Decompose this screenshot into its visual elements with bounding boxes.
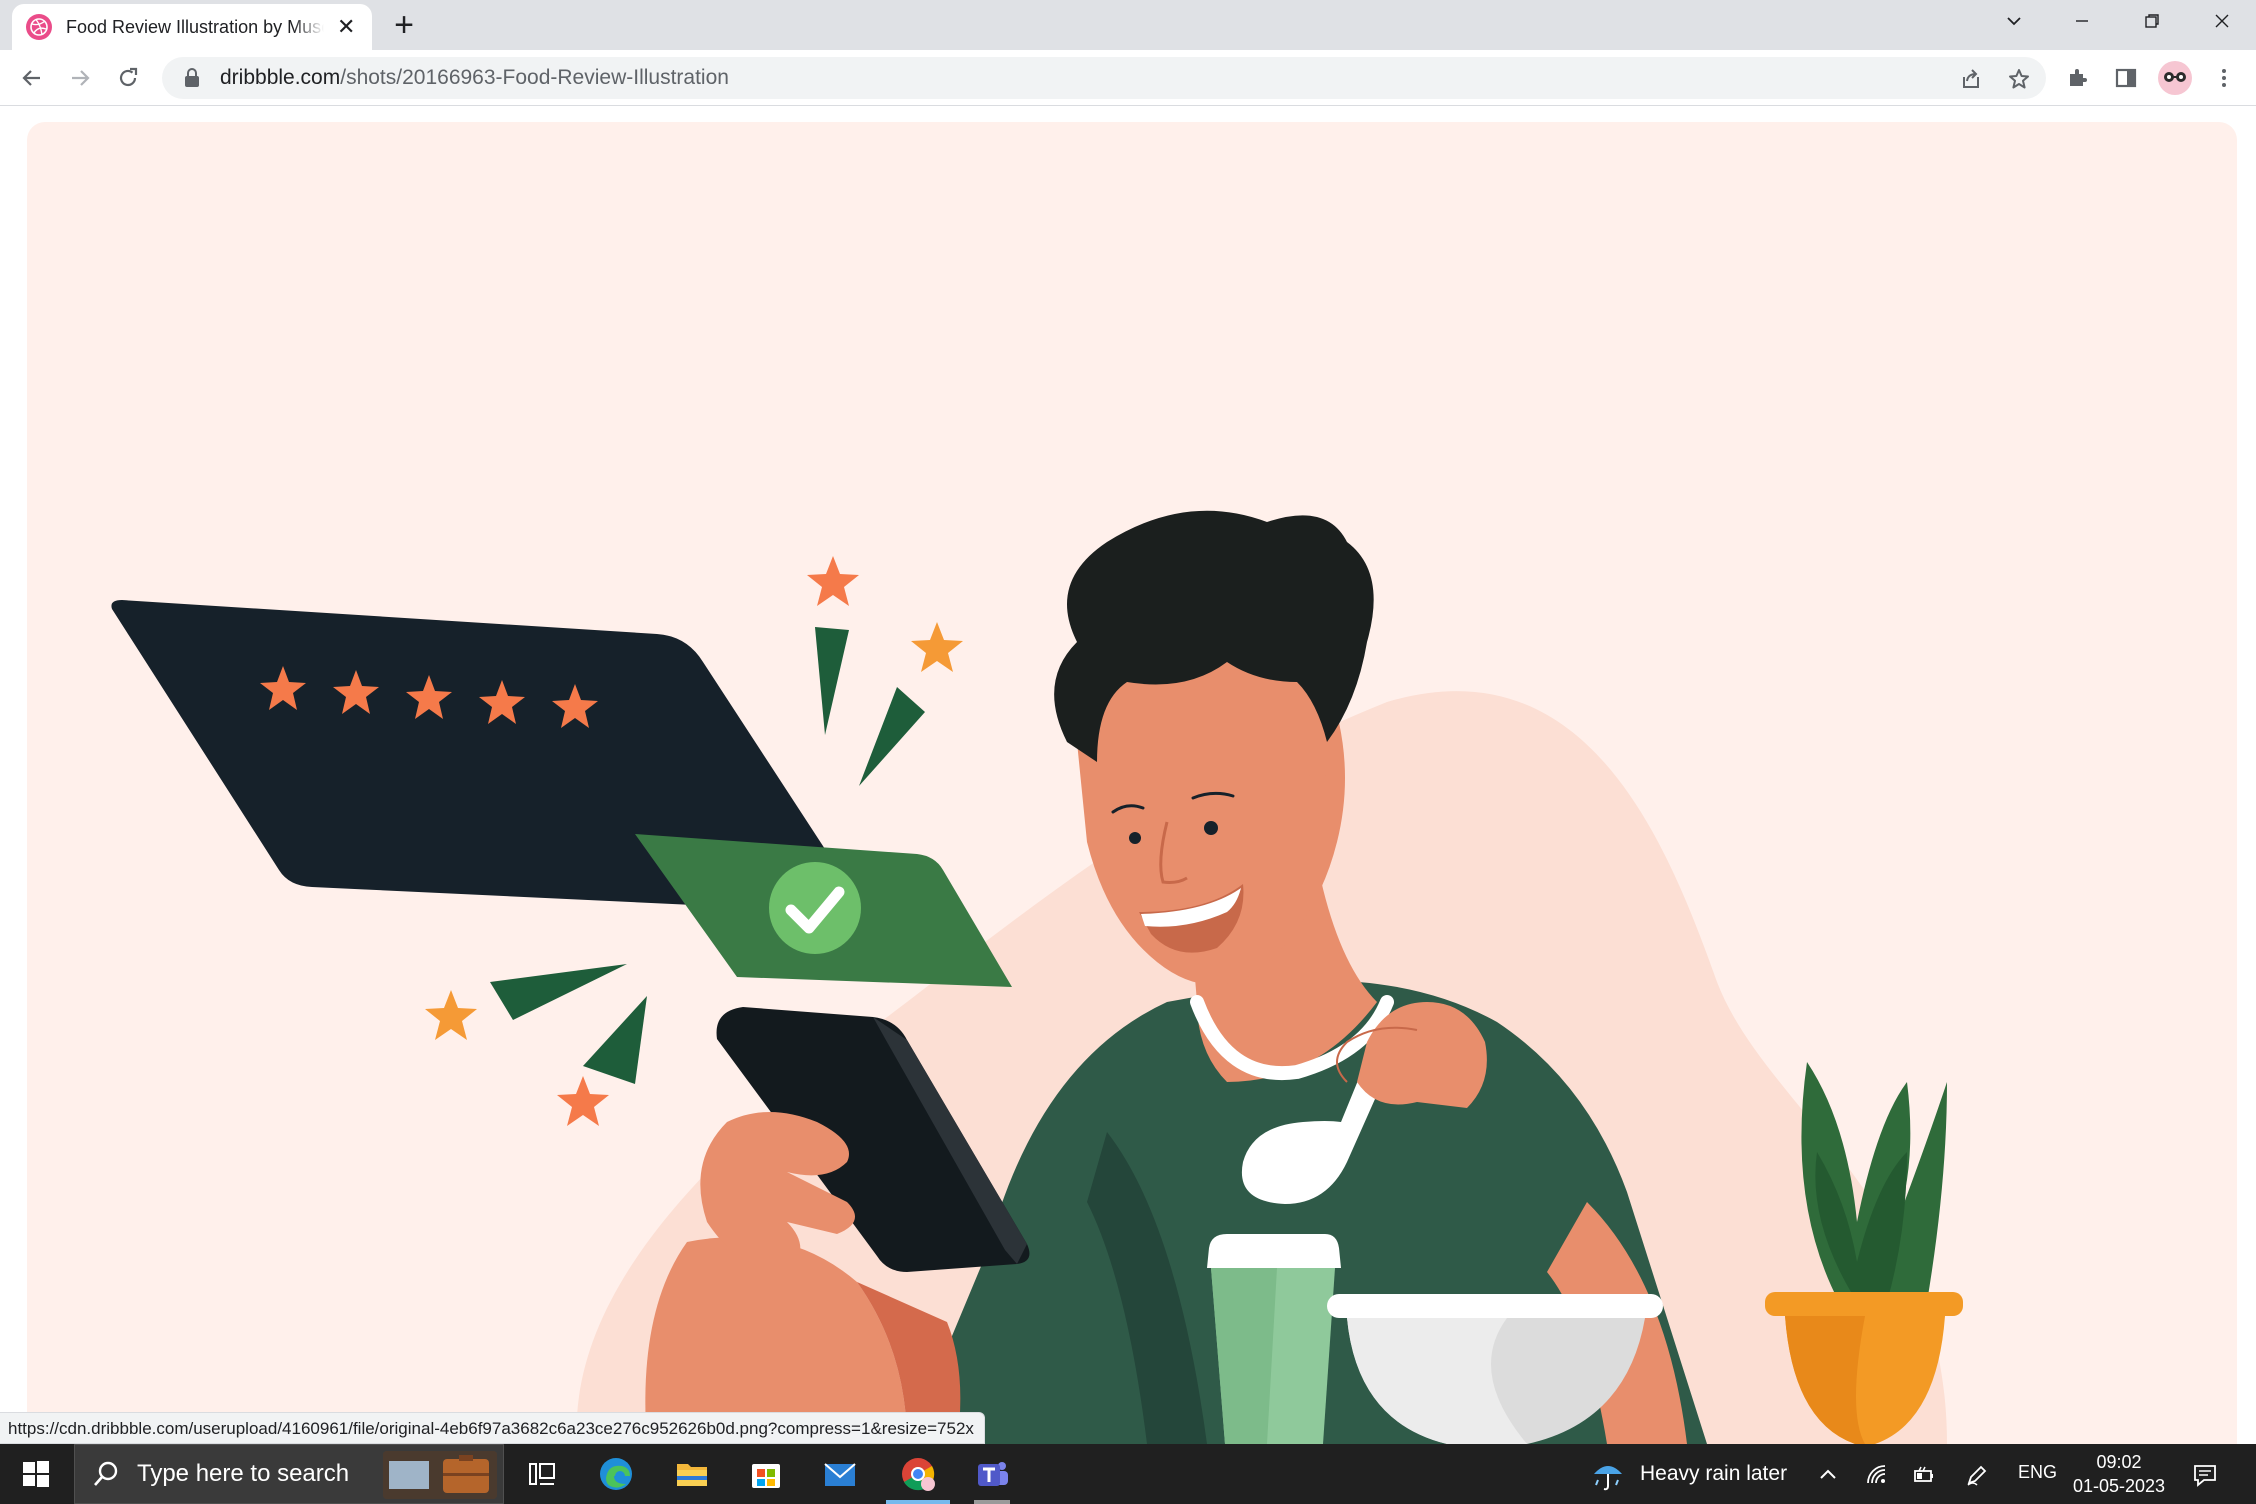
eye bbox=[1129, 832, 1141, 844]
notification-icon[interactable] bbox=[2190, 1460, 2220, 1490]
weather-text: Heavy rain later bbox=[1640, 1462, 1788, 1485]
search-icon bbox=[91, 1459, 121, 1489]
pen-icon[interactable] bbox=[1964, 1462, 1990, 1488]
microsoft-store-icon[interactable] bbox=[730, 1444, 802, 1504]
clock-date: 01-05-2023 bbox=[2072, 1476, 2166, 1496]
sparkle-shard bbox=[583, 996, 647, 1084]
status-bubble-url: https://cdn.dribbble.com/userupload/4160… bbox=[0, 1412, 985, 1444]
check-circle bbox=[769, 862, 861, 954]
close-window-icon[interactable] bbox=[2192, 0, 2252, 42]
taskbar-search-box[interactable]: Type here to search bbox=[74, 1444, 504, 1504]
search-placeholder: Type here to search bbox=[137, 1460, 350, 1487]
back-icon[interactable] bbox=[12, 58, 52, 98]
eye bbox=[1204, 821, 1218, 835]
browser-tab[interactable]: Food Review Illustration by Muse ✕ bbox=[12, 4, 372, 50]
tab-strip: Food Review Illustration by Muse ✕ + bbox=[0, 0, 2256, 50]
new-tab-button[interactable]: + bbox=[384, 8, 424, 42]
sparkle-star-icon bbox=[557, 1076, 609, 1126]
system-clock[interactable]: 09:02 01-05-2023 bbox=[2068, 1450, 2170, 1498]
search-highlight-image[interactable] bbox=[383, 1451, 497, 1499]
bookmark-star-icon[interactable] bbox=[2006, 66, 2032, 92]
restore-icon[interactable] bbox=[2122, 0, 2182, 42]
pot-rim bbox=[1765, 1292, 1963, 1316]
chrome-icon[interactable] bbox=[882, 1444, 954, 1504]
reload-icon[interactable] bbox=[108, 58, 148, 98]
tab-title: Food Review Illustration by Muse bbox=[66, 16, 325, 37]
url-host: dribbble.com bbox=[220, 66, 341, 89]
food-review-illustration bbox=[111, 510, 1963, 1444]
battery-icon[interactable] bbox=[1910, 1462, 1936, 1488]
side-panel-icon[interactable] bbox=[2110, 62, 2142, 94]
windows-taskbar: Type here to search Heavy rain later ENG… bbox=[0, 1444, 2256, 1504]
mail-icon[interactable] bbox=[804, 1444, 876, 1504]
minimize-icon[interactable] bbox=[2052, 0, 2112, 42]
sparkle-shard bbox=[859, 687, 925, 786]
chevron-up-icon[interactable] bbox=[1815, 1462, 1841, 1488]
extensions-icon[interactable] bbox=[2062, 62, 2094, 94]
file-explorer-icon[interactable] bbox=[656, 1444, 728, 1504]
shot-image[interactable] bbox=[27, 122, 2237, 1444]
language-indicator[interactable]: ENG bbox=[2018, 1462, 2057, 1483]
lock-icon[interactable] bbox=[184, 68, 200, 88]
windows-start-icon[interactable] bbox=[0, 1444, 72, 1504]
browser-toolbar: dribbble.com/shots/20166963-Food-Review-… bbox=[0, 50, 2256, 106]
edge-icon[interactable] bbox=[580, 1444, 652, 1504]
task-view-icon[interactable] bbox=[506, 1444, 578, 1504]
page-viewport bbox=[0, 107, 2256, 1444]
teams-icon[interactable] bbox=[956, 1444, 1028, 1504]
sparkle-star-icon bbox=[425, 990, 477, 1040]
tab-search-icon[interactable] bbox=[1984, 0, 2044, 42]
menu-kebab-icon[interactable] bbox=[2208, 62, 2240, 94]
clock-time: 09:02 bbox=[2096, 1452, 2142, 1472]
weather-widget[interactable]: Heavy rain later bbox=[1588, 1444, 1787, 1504]
forward-icon[interactable] bbox=[60, 58, 100, 98]
url-text[interactable]: dribbble.com/shots/20166963-Food-Review-… bbox=[220, 66, 729, 90]
sparkle-star-icon bbox=[807, 556, 859, 606]
dribbble-icon bbox=[26, 14, 52, 40]
share-icon[interactable] bbox=[1958, 66, 1984, 92]
profile-avatar-icon[interactable] bbox=[2158, 61, 2192, 95]
wifi-icon[interactable] bbox=[1864, 1462, 1890, 1488]
sparkle-star-icon bbox=[911, 622, 963, 672]
sparkle-shard bbox=[490, 964, 627, 1020]
bowl-rim bbox=[1327, 1294, 1663, 1318]
sparkle-shard bbox=[815, 627, 849, 735]
cup-lid bbox=[1207, 1234, 1341, 1268]
umbrella-rain-icon bbox=[1594, 1466, 1622, 1491]
close-tab-icon[interactable]: ✕ bbox=[334, 15, 358, 39]
url-path: /shots/20166963-Food-Review-Illustration bbox=[340, 66, 729, 89]
address-bar[interactable]: dribbble.com/shots/20166963-Food-Review-… bbox=[162, 57, 2046, 99]
